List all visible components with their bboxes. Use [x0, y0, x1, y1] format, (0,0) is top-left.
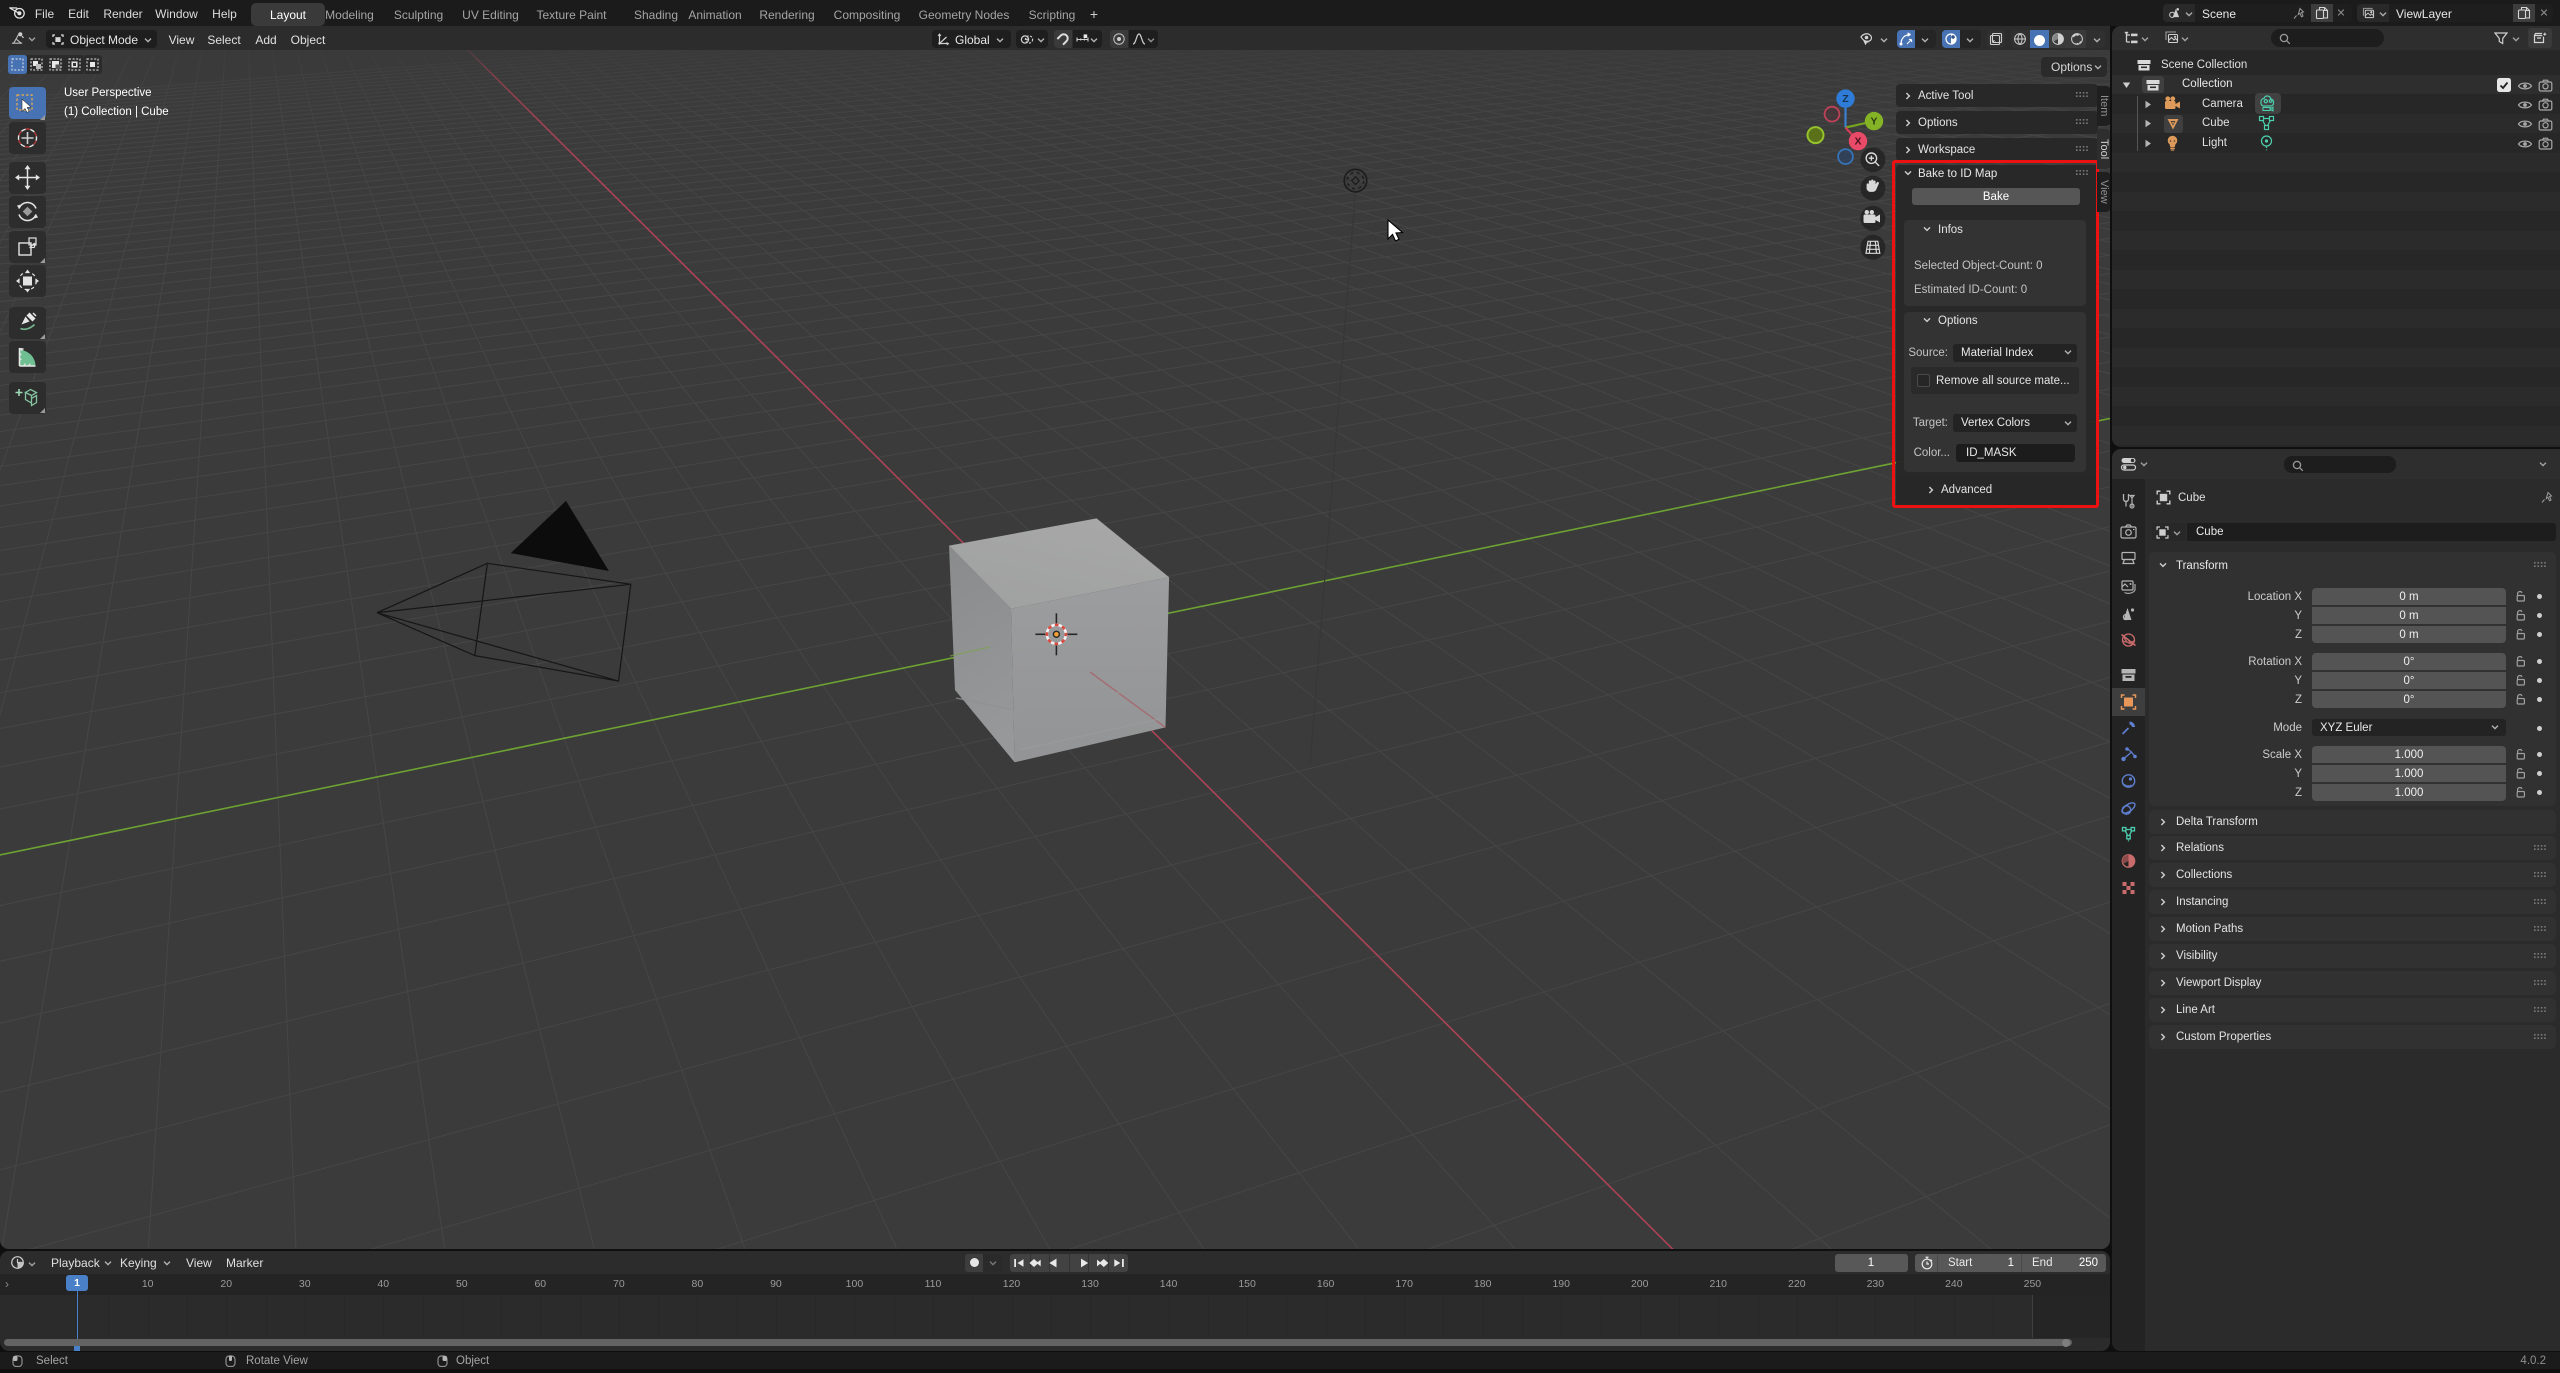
svg-text:Z: Z: [1842, 93, 1849, 105]
svg-text:Y: Y: [1870, 116, 1877, 128]
